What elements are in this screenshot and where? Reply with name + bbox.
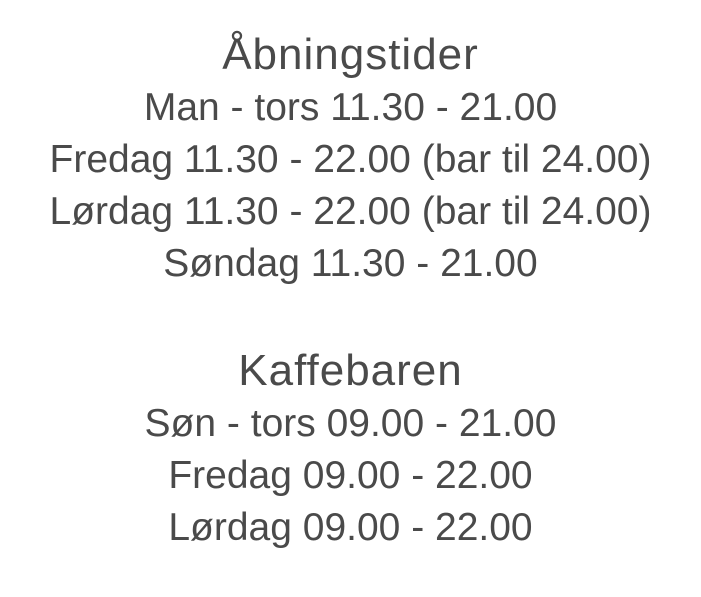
- coffee-bar-line-saturday: Lørdag 09.00 - 22.00: [168, 506, 533, 549]
- opening-hours-line-mon-thu: Man - tors 11.30 - 21.00: [143, 86, 558, 129]
- opening-hours-line-sunday: Søndag 11.30 - 21.00: [163, 242, 538, 285]
- opening-hours-line-saturday: Lørdag 11.30 - 22.00 (bar til 24.00): [49, 190, 652, 233]
- coffee-bar-section: Kaffebaren Søn - tors 09.00 - 21.00 Fred…: [0, 344, 701, 554]
- coffee-bar-line-sun-thu: Søn - tors 09.00 - 21.00: [144, 402, 557, 445]
- opening-hours-page: Åbningstider Man - tors 11.30 - 21.00 Fr…: [0, 0, 701, 597]
- coffee-bar-title: Kaffebaren: [238, 346, 463, 395]
- opening-hours-line-friday: Fredag 11.30 - 22.00 (bar til 24.00): [49, 138, 652, 181]
- opening-hours-section: Åbningstider Man - tors 11.30 - 21.00 Fr…: [0, 28, 701, 290]
- coffee-bar-line-friday: Fredag 09.00 - 22.00: [168, 454, 533, 497]
- opening-hours-title: Åbningstider: [222, 30, 479, 79]
